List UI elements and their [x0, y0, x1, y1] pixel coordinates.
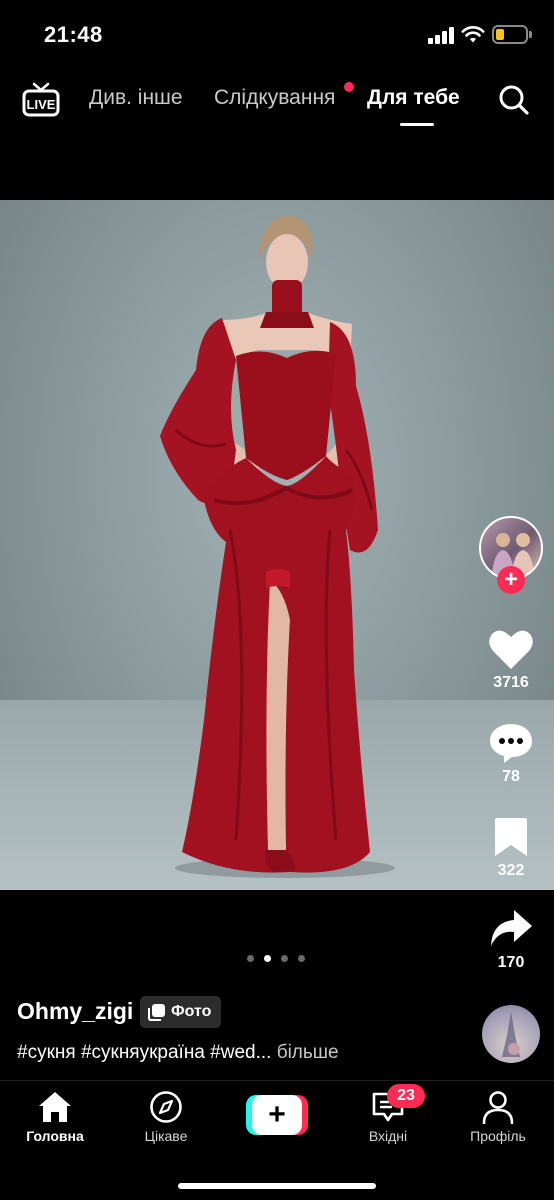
- tab-for-you[interactable]: Для тебе: [367, 86, 460, 110]
- share-arrow-icon: [491, 910, 532, 946]
- nav-profile-label: Профіль: [470, 1128, 526, 1144]
- comment-count: 78: [502, 768, 520, 785]
- follow-plus-button[interactable]: +: [497, 566, 525, 594]
- music-cover-image: [502, 1011, 520, 1057]
- battery-tip: [529, 31, 532, 38]
- inbox-unread-badge: 23: [387, 1084, 425, 1108]
- wifi-icon: [461, 26, 485, 43]
- save-count: 322: [497, 862, 525, 879]
- carousel-dot: [298, 955, 305, 962]
- nav-home-label: Головна: [26, 1128, 84, 1144]
- author-username[interactable]: Ohmy_zigi: [17, 998, 133, 1025]
- compass-icon: [150, 1091, 182, 1123]
- share-count: 170: [497, 954, 525, 971]
- create-post-button[interactable]: +: [246, 1095, 308, 1135]
- photo-badge-label: Фото: [171, 1003, 212, 1020]
- caption-more-link[interactable]: більше: [277, 1042, 339, 1063]
- nav-profile[interactable]: Профіль: [453, 1090, 543, 1144]
- comment-icon: [490, 724, 532, 763]
- bookmark-icon: [495, 818, 527, 856]
- carousel-indicator: [247, 955, 305, 963]
- nav-inbox-label: Вхідні: [368, 1128, 408, 1144]
- carousel-dot-active: [264, 955, 271, 962]
- tab-explore-other[interactable]: Див. інше: [89, 86, 183, 110]
- music-disc[interactable]: [482, 1005, 540, 1063]
- status-bar: 21:48: [0, 0, 554, 62]
- home-indicator: [178, 1183, 376, 1189]
- tab-following[interactable]: Слідкування: [214, 86, 335, 110]
- status-time: 21:48: [44, 22, 103, 47]
- live-icon[interactable]: LIVE: [22, 82, 60, 118]
- cellular-signal-icon: [428, 26, 454, 44]
- carousel-dot: [247, 955, 254, 962]
- model-in-red-gown-illustration: [160, 215, 395, 878]
- carousel-dot: [281, 955, 288, 962]
- heart-icon: [489, 630, 533, 669]
- nav-discover[interactable]: Цікаве: [121, 1090, 211, 1144]
- profile-icon: [482, 1091, 514, 1124]
- top-nav: LIVE Див. інше Слідкування Для тебе: [0, 72, 554, 132]
- comment-button[interactable]: 78: [484, 722, 538, 786]
- search-icon[interactable]: [498, 84, 530, 116]
- caption-text: #сукня #сукняукраїна #wed...: [17, 1042, 272, 1063]
- nav-discover-label: Цікаве: [144, 1128, 188, 1144]
- post-photo[interactable]: [0, 200, 554, 890]
- like-count: 3716: [493, 674, 529, 691]
- save-button[interactable]: 322: [484, 816, 538, 880]
- share-button[interactable]: 170: [484, 908, 538, 972]
- plus-icon: +: [252, 1095, 302, 1135]
- like-button[interactable]: 3716: [484, 628, 538, 692]
- nav-home[interactable]: Головна: [10, 1090, 100, 1144]
- following-notification-dot: [344, 82, 354, 92]
- battery-icon: [492, 25, 528, 44]
- photo-mode-badge: Фото: [140, 996, 222, 1028]
- live-label: LIVE: [27, 97, 56, 112]
- home-icon: [39, 1092, 71, 1122]
- bottom-nav-divider: [0, 1080, 554, 1081]
- photo-stack-icon: [148, 1004, 165, 1021]
- active-tab-underline: [400, 123, 434, 126]
- post-caption[interactable]: #сукня #сукняукраїна #wed... більше: [17, 1042, 339, 1064]
